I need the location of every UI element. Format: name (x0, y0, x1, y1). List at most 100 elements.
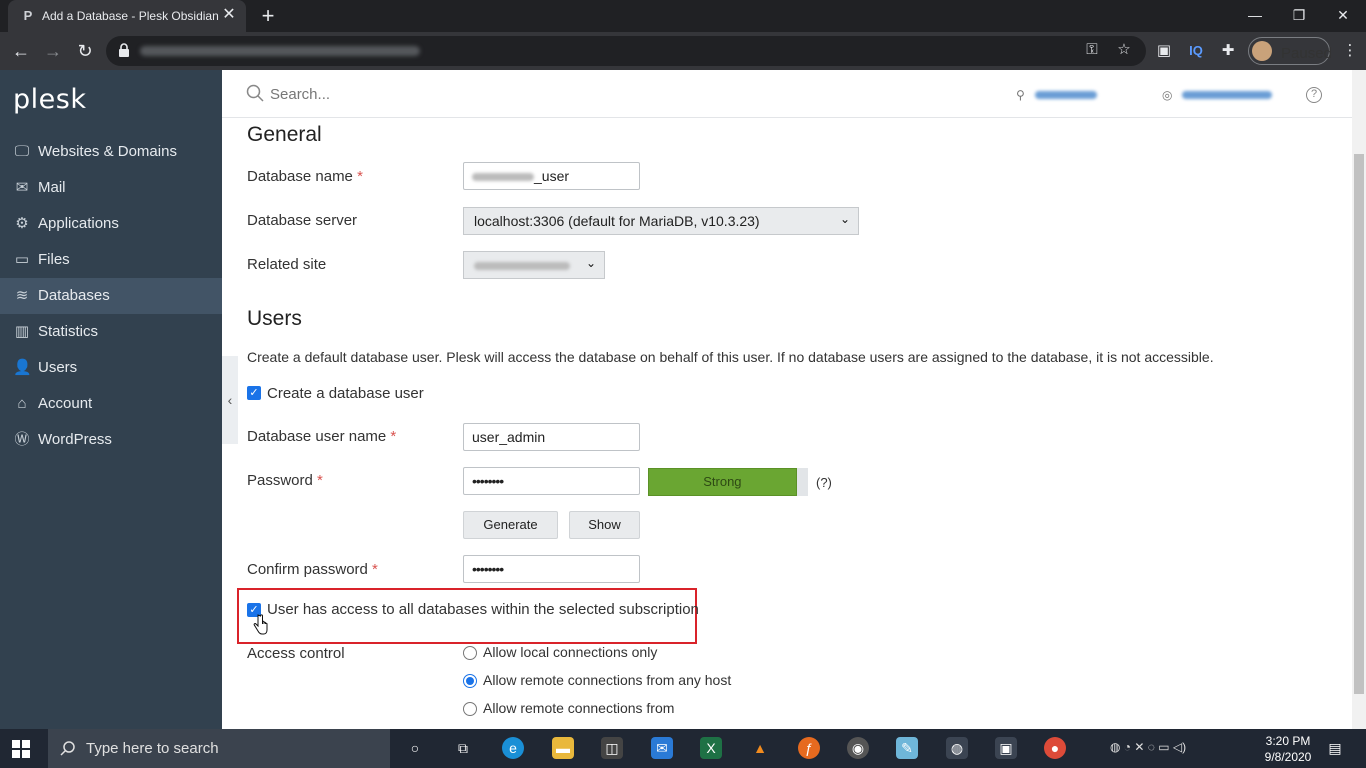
db-name-input[interactable]: _user (463, 162, 640, 190)
hand-cursor-icon (253, 614, 268, 635)
edge-icon[interactable]: e (502, 737, 524, 759)
excel-icon[interactable]: X (700, 737, 722, 759)
radio-remote-from[interactable] (463, 702, 477, 716)
related-site-blurred (474, 262, 570, 271)
search-input[interactable]: Search... (270, 86, 330, 103)
radio-local-only[interactable] (463, 646, 477, 660)
back-icon[interactable]: ← (8, 39, 34, 63)
show-button[interactable]: Show (569, 511, 640, 539)
sidebar-item-mail[interactable]: ✉ Mail (0, 170, 222, 206)
key-icon[interactable]: ⚿ (1082, 40, 1102, 60)
taskbar-search[interactable]: Type here to search (48, 729, 390, 768)
tray-icons[interactable]: ◍ ◔ ✕ ◌ ▭ ◁) (1110, 740, 1186, 754)
sidebar-item-label: Databases (38, 287, 110, 304)
generate-button[interactable]: Generate (463, 511, 558, 539)
sidebar-item-users[interactable]: 👤 Users (0, 350, 222, 386)
browser-tab[interactable]: P Add a Database - Plesk Obsidian ✕ (8, 0, 246, 32)
password-strength-fill: Strong (648, 468, 797, 496)
menu-icon[interactable]: ⋮ (1340, 41, 1360, 61)
sidebar-item-label: Applications (38, 215, 119, 232)
vlc-icon[interactable]: ▲ (749, 737, 771, 759)
monitor-icon: 🖵 (14, 143, 30, 160)
store-icon[interactable]: ◫ (601, 737, 623, 759)
chrome-profile-icon[interactable]: ◍ (946, 737, 968, 759)
sidebar-item-databases[interactable]: ≋ Databases (0, 278, 222, 314)
confirm-password-input[interactable]: •••••••• (463, 555, 640, 583)
task-view-icon[interactable]: ⧉ (452, 737, 474, 759)
account-icon: ⌂ (17, 395, 27, 412)
chrome-icon[interactable]: ● (1044, 737, 1066, 759)
password-help-link[interactable]: (?) (816, 475, 832, 490)
sidebar-item-statistics[interactable]: ▥ Statistics (0, 314, 222, 350)
password-label: Password * (247, 472, 323, 489)
sidebar-item-label: Files (38, 251, 70, 268)
db-server-select[interactable]: localhost:3306 (default for MariaDB, v10… (463, 207, 859, 235)
close-window-icon[interactable]: ✕ (1320, 0, 1366, 32)
extension-screen-icon[interactable]: ▣ (1154, 41, 1174, 61)
windows-start-icon[interactable] (12, 740, 30, 758)
related-site-select[interactable]: ⌄ (463, 251, 605, 279)
sidebar-item-label: WordPress (38, 431, 112, 448)
browser-titlebar: P Add a Database - Plesk Obsidian ✕ + — … (0, 0, 1366, 32)
restore-icon[interactable]: ❐ (1276, 0, 1322, 32)
radio-remote-any-host-label: Allow remote connections from any host (483, 672, 732, 688)
user-icon: ⚲ (1016, 88, 1025, 102)
reload-icon[interactable]: ↻ (72, 39, 98, 63)
windows-taskbar: Type here to search ○ ⧉ e ▬ ◫ ✉ X ▲ ƒ ◉ … (0, 729, 1366, 768)
puzzle-icon[interactable]: ✚ (1218, 41, 1238, 61)
taskbar-search-placeholder: Type here to search (86, 740, 219, 757)
access-control-label: Access control (247, 645, 345, 662)
subscription-menu[interactable]: ◎ (1162, 86, 1273, 102)
taskbar-clock[interactable]: 3:20 PM 9/8/2020 (1260, 733, 1316, 765)
tab-title: Add a Database - Plesk Obsidian (42, 9, 219, 23)
url-text-blurred (140, 46, 420, 56)
password-input[interactable]: •••••••• (463, 467, 640, 495)
firefox-icon[interactable]: ƒ (798, 737, 820, 759)
sidebar-item-websites-domains[interactable]: 🖵 Websites & Domains (0, 134, 222, 170)
screen-capture-icon[interactable]: ▣ (995, 737, 1017, 759)
file-explorer-icon[interactable]: ▬ (552, 737, 574, 759)
new-tab-button[interactable]: + (256, 4, 280, 28)
related-site-label: Related site (247, 256, 327, 273)
main-content: Search... ⚲ ◎ ? ‹ General Database name … (222, 70, 1352, 729)
radio-remote-any-host[interactable] (463, 674, 477, 688)
layers-icon: ≋ (15, 287, 29, 304)
media-player-icon[interactable]: ◉ (847, 737, 869, 759)
subscription-blurred (1182, 91, 1273, 100)
plesk-logo[interactable]: plesk (13, 84, 86, 115)
iq-extension-icon[interactable]: IQ (1186, 41, 1206, 61)
profile-button[interactable]: Paused (1248, 37, 1332, 65)
sidebar-item-applications[interactable]: ⚙ Applications (0, 206, 222, 242)
close-tab-icon[interactable]: ✕ (220, 6, 238, 24)
all-db-access-label: User has access to all databases within … (267, 601, 699, 618)
address-bar[interactable]: ⚿ ☆ (106, 36, 1146, 66)
wordpress-icon: Ⓦ (14, 431, 30, 448)
avatar (1252, 41, 1272, 61)
help-icon[interactable]: ? (1306, 87, 1322, 103)
sidebar-item-account[interactable]: ⌂ Account (0, 386, 222, 422)
clock-time: 3:20 PM (1265, 734, 1311, 748)
db-username-input[interactable]: user_admin (463, 423, 640, 451)
sidebar-item-label: Mail (38, 179, 66, 196)
notifications-icon[interactable]: ▤ (1324, 737, 1346, 759)
user-menu[interactable]: ⚲ (1016, 86, 1097, 102)
sidebar-item-label: Account (38, 395, 93, 412)
clock-date: 9/8/2020 (1264, 750, 1312, 764)
scrollbar-thumb[interactable] (1354, 154, 1364, 694)
sidebar-item-files[interactable]: ▭ Files (0, 242, 222, 278)
forward-icon[interactable]: → (40, 39, 66, 63)
create-user-label: Create a database user (267, 385, 424, 402)
user-icon: 👤 (13, 359, 32, 376)
mail-icon[interactable]: ✉ (651, 737, 673, 759)
page-scrollbar[interactable] (1352, 70, 1366, 729)
sidebar-item-wordpress[interactable]: Ⓦ WordPress (0, 422, 222, 458)
radio-remote-from-label: Allow remote connections from (483, 700, 675, 716)
create-user-checkbox[interactable]: ✓ (247, 386, 261, 400)
cortana-icon[interactable]: ○ (404, 737, 426, 759)
minimize-icon[interactable]: — (1232, 0, 1278, 32)
chevron-down-icon: ⌄ (839, 212, 850, 226)
star-icon[interactable]: ☆ (1114, 40, 1134, 60)
bar-chart-icon: ▥ (14, 323, 30, 340)
sidebar-collapse-handle[interactable]: ‹ (222, 356, 238, 444)
notes-icon[interactable]: ✎ (896, 737, 918, 759)
